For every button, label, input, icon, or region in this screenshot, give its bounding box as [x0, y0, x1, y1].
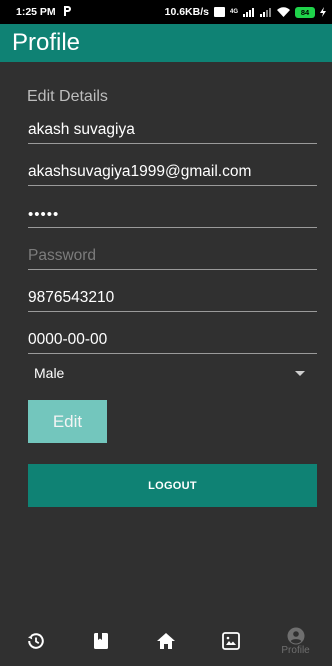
account-circle-icon [287, 627, 305, 645]
nav-label-profile: Profile [281, 644, 310, 656]
profile-screen: 1:25 PM 10.6KB/s 4G 84 Profile Edit Deta… [0, 0, 332, 666]
app-notification-icon [63, 5, 72, 19]
page-title: Profile [12, 29, 81, 56]
logout-button[interactable]: LOGOUT [28, 464, 317, 507]
dob-field[interactable]: 0000-00-00 [28, 324, 317, 354]
gallery-icon [221, 632, 240, 650]
network-type: 4G [229, 9, 238, 15]
name-value: akash suvagiya [28, 121, 135, 138]
history-icon [27, 632, 45, 650]
section-title: Edit Details [27, 88, 108, 105]
nav-item-profile[interactable]: Profile [266, 618, 326, 664]
phone-field[interactable]: 9876543210 [28, 282, 317, 312]
password-field[interactable]: ••••• [28, 198, 317, 228]
app-bar: Profile [0, 24, 332, 62]
net-speed: 10.6KB/s [164, 6, 209, 18]
status-bar: 1:25 PM 10.6KB/s 4G 84 [0, 0, 332, 24]
nav-item-gallery[interactable] [201, 618, 261, 664]
battery-icon: 84 [295, 6, 315, 18]
signal-icon [243, 7, 255, 17]
book-icon [93, 632, 109, 650]
dob-value: 0000-00-00 [28, 331, 108, 348]
data-saver-icon [213, 7, 225, 17]
email-value: akashsuvagiya1999@gmail.com [28, 163, 252, 180]
signal-icon-2 [260, 7, 272, 17]
phone-value: 9876543210 [28, 289, 115, 306]
gender-dropdown[interactable]: Male [28, 360, 317, 386]
nav-item-home[interactable] [136, 618, 196, 664]
dropdown-arrow-icon [295, 370, 305, 376]
home-icon [156, 633, 175, 649]
edit-button[interactable]: Edit [28, 400, 107, 443]
wifi-icon [277, 7, 290, 17]
nav-item-history[interactable] [6, 618, 66, 664]
email-field[interactable]: akashsuvagiya1999@gmail.com [28, 156, 317, 186]
bottom-navigation: Profile [0, 616, 332, 666]
password-value: ••••• [28, 206, 60, 223]
password-placeholder: Password [28, 247, 97, 264]
battery-level: 84 [300, 7, 310, 17]
nav-item-book[interactable] [71, 618, 131, 664]
gender-selected: Male [34, 365, 65, 381]
name-field[interactable]: akash suvagiya [28, 114, 317, 144]
status-time: 1:25 PM [16, 6, 56, 18]
confirm-password-field[interactable]: Password [28, 240, 317, 270]
charging-icon [320, 7, 326, 17]
